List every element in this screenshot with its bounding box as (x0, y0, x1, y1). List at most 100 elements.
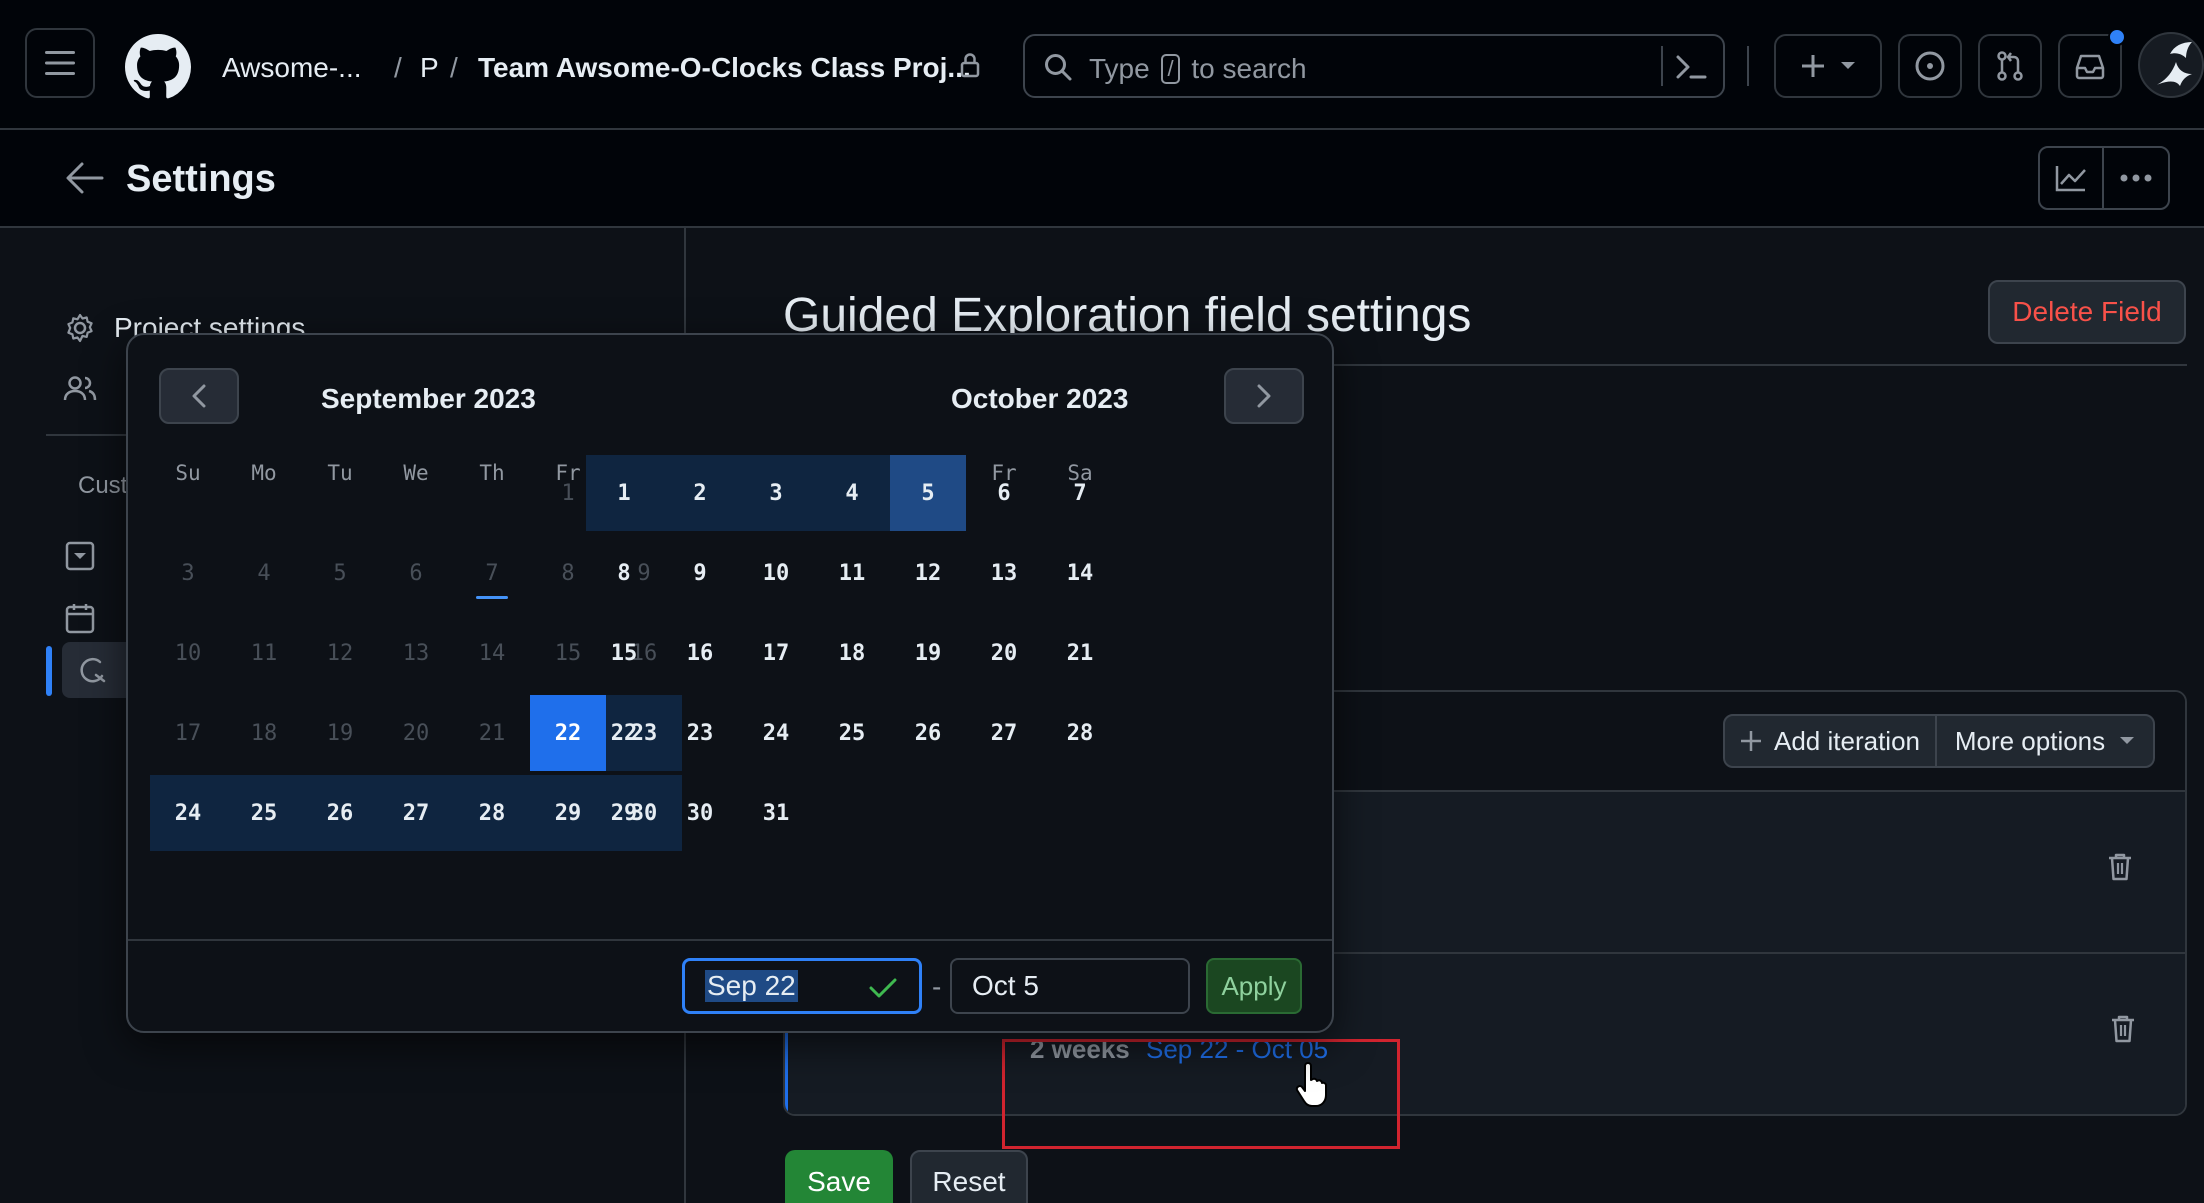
calendar-day[interactable]: 25 (814, 695, 890, 771)
calendar-day: 7 (454, 535, 530, 611)
calendar-day[interactable]: 30 (662, 775, 738, 851)
custom-fields-heading: Cust (78, 472, 128, 499)
header-divider (1747, 46, 1749, 86)
trash-icon[interactable] (2107, 852, 2133, 882)
next-month-button[interactable] (1224, 368, 1304, 424)
calendar-day[interactable]: 6 (966, 455, 1042, 531)
calendar-day[interactable]: 31 (738, 775, 814, 851)
add-iteration-button[interactable]: Add iteration (1723, 714, 1937, 768)
lock-icon (958, 52, 982, 83)
inbox-icon (2075, 54, 2105, 80)
date-range-picker: September 2023 October 2023 Sep 22 - Oct… (126, 333, 1334, 1033)
command-palette-icon[interactable] (1675, 52, 1707, 82)
calendar-day[interactable]: 26 (302, 775, 378, 851)
calendar-day[interactable]: 21 (1042, 615, 1118, 691)
pull-requests-button[interactable] (1978, 34, 2042, 98)
plus-icon (1802, 55, 1824, 77)
graph-icon (2055, 166, 2086, 192)
calendar-day[interactable]: 25 (226, 775, 302, 851)
calendar-day[interactable]: 1 (586, 455, 662, 531)
picker-footer-divider (128, 939, 1332, 941)
calendar-day[interactable]: 27 (378, 775, 454, 851)
calendar-day: 4 (257, 560, 271, 586)
calendar-day[interactable]: 29 (586, 775, 662, 851)
end-date-value: Oct 5 (972, 970, 1039, 1001)
start-date-input[interactable]: Sep 22 (682, 958, 922, 1014)
calendar-day[interactable]: 18 (814, 615, 890, 691)
view-actions-group (2038, 146, 2170, 210)
calendar-day[interactable]: 9 (662, 535, 738, 611)
end-date-input[interactable]: Oct 5 (950, 958, 1190, 1014)
calendar-day[interactable]: 15 (586, 615, 662, 691)
search-placeholder-post: to search (1191, 53, 1307, 84)
trash-icon[interactable] (2110, 1014, 2136, 1044)
calendar-day[interactable]: 27 (966, 695, 1042, 771)
calendar-day[interactable]: 16 (662, 615, 738, 691)
hand-cursor-icon (1295, 1062, 1327, 1107)
calendar-day[interactable]: 28 (1042, 695, 1118, 771)
calendar-day[interactable]: 14 (1042, 535, 1118, 611)
calendar-day[interactable]: 24 (738, 695, 814, 771)
check-icon (869, 978, 897, 998)
more-options-label: More options (1954, 725, 2106, 756)
calendar-day: 14 (478, 640, 506, 666)
people-icon (62, 370, 98, 406)
weekday-label: Th (479, 461, 505, 485)
calendar-day[interactable]: 23 (662, 695, 738, 771)
calendar-day[interactable]: 17 (738, 615, 814, 691)
calendar-day[interactable]: 19 (890, 615, 966, 691)
apply-button[interactable]: Apply (1206, 958, 1302, 1014)
delete-field-button[interactable]: Delete Field (1988, 280, 2186, 344)
calendar-day: 21 (478, 720, 506, 746)
single-select-icon (62, 538, 98, 574)
menu-button[interactable] (25, 28, 95, 98)
calendar-day[interactable]: 3 (738, 455, 814, 531)
calendar-day[interactable]: 8 (586, 535, 662, 611)
breadcrumb-project-initial[interactable]: P (420, 52, 439, 84)
save-button[interactable]: Save (785, 1150, 893, 1203)
search-input[interactable]: Type / to search (1023, 34, 1725, 98)
weekday-label: Mo (251, 461, 277, 485)
search-placeholder: Type / to search (1089, 53, 1307, 85)
chevron-left-icon (192, 384, 206, 408)
calendar-day[interactable]: 10 (738, 535, 814, 611)
calendar-day[interactable]: 20 (966, 615, 1042, 691)
github-logo-icon[interactable] (125, 34, 191, 105)
breadcrumb-separator: / (450, 52, 458, 83)
more-actions-button[interactable] (2104, 148, 2168, 208)
weekday-label: We (403, 461, 429, 485)
breadcrumb-project-name[interactable]: Team Awsome-O-Clocks Class Proj... (478, 52, 971, 84)
search-icon (1045, 54, 1072, 81)
calendar-day[interactable]: 12 (890, 535, 966, 611)
calendar-day[interactable]: 7 (1042, 455, 1118, 531)
calendar-day[interactable]: 4 (814, 455, 890, 531)
calendar-day: 19 (326, 720, 354, 746)
calendar-day[interactable]: 24 (150, 775, 226, 851)
calendar-day[interactable]: 22 (586, 695, 662, 771)
calendar-day[interactable]: 2 (662, 455, 738, 531)
calendar-day[interactable]: 28 (454, 775, 530, 851)
weekday-label: Su (175, 461, 201, 485)
calendar-day[interactable]: 5 (890, 455, 966, 531)
back-arrow-icon[interactable] (64, 160, 104, 196)
insights-button[interactable] (2040, 148, 2104, 208)
calendar-day: 13 (402, 640, 430, 666)
calendar-day: 18 (250, 720, 278, 746)
reset-button[interactable]: Reset (910, 1150, 1028, 1203)
issues-button[interactable] (1898, 34, 1962, 98)
previous-month-button[interactable] (159, 368, 239, 424)
avatar[interactable] (2138, 32, 2204, 98)
kebab-horizontal-icon (2120, 174, 2152, 182)
calendar-day[interactable]: 11 (814, 535, 890, 611)
breadcrumb-separator: / (394, 52, 402, 83)
calendar-day[interactable]: 26 (890, 695, 966, 771)
calendar-day: 20 (402, 720, 430, 746)
calendar-day[interactable]: 13 (966, 535, 1042, 611)
global-header: Awsome-... / P / Team Awsome-O-Clocks Cl… (0, 0, 2204, 130)
breadcrumb-org[interactable]: Awsome-... (222, 52, 362, 84)
chevron-down-icon (1841, 62, 1855, 69)
iterations-icon (76, 652, 112, 688)
more-options-button[interactable]: More options (1935, 714, 2155, 768)
calendar-day: 10 (174, 640, 202, 666)
create-new-button[interactable] (1774, 34, 1882, 98)
